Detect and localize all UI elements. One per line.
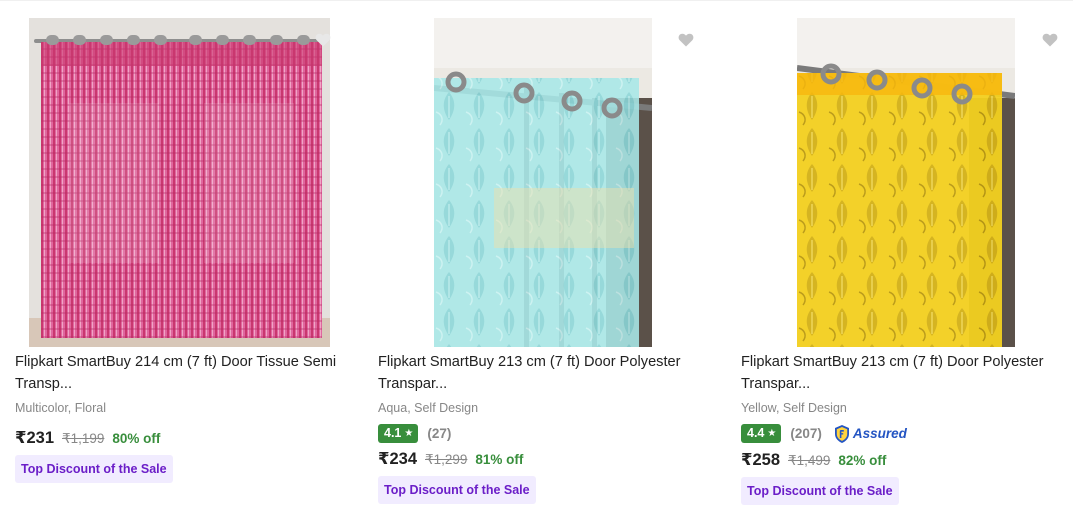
flipkart-assured-icon xyxy=(834,424,849,443)
product-card[interactable]: Flipkart SmartBuy 213 cm (7 ft) Door Pol… xyxy=(363,0,713,523)
assured-badge: Assured xyxy=(832,424,907,444)
product-title[interactable]: Flipkart SmartBuy 213 cm (7 ft) Door Pol… xyxy=(378,351,718,395)
product-variant: Aqua, Self Design xyxy=(378,401,479,415)
discount-percent: 80% off xyxy=(112,431,161,446)
discount-percent: 82% off xyxy=(838,453,887,468)
review-count: (27) xyxy=(427,426,452,441)
product-card[interactable]: Flipkart SmartBuy 213 cm (7 ft) Door Pol… xyxy=(726,0,1073,523)
rating-row: 4.1 ★ (27) xyxy=(378,423,451,444)
product-title-line2[interactable]: Transp... xyxy=(15,373,355,395)
sale-tag: Top Discount of the Sale xyxy=(15,455,173,483)
discount-percent: 81% off xyxy=(475,452,524,467)
star-icon: ★ xyxy=(404,428,414,439)
product-title[interactable]: Flipkart SmartBuy 213 cm (7 ft) Door Pol… xyxy=(741,351,1073,395)
selling-price: ₹234 xyxy=(378,450,418,468)
sale-tag: Top Discount of the Sale xyxy=(741,477,899,505)
product-card[interactable]: Flipkart SmartBuy 214 cm (7 ft) Door Tis… xyxy=(0,0,350,523)
product-image[interactable] xyxy=(29,18,330,352)
product-title-line1[interactable]: Flipkart SmartBuy 213 cm (7 ft) Door Pol… xyxy=(378,351,718,373)
product-title-line1[interactable]: Flipkart SmartBuy 214 cm (7 ft) Door Tis… xyxy=(15,351,355,373)
price-row: ₹231 ₹1,199 80% off xyxy=(15,428,160,448)
original-price: ₹1,199 xyxy=(62,431,105,446)
price-row: ₹234 ₹1,299 81% off xyxy=(378,449,523,469)
original-price: ₹1,299 xyxy=(425,452,468,467)
rating-row: 4.4 ★ (207) Assured xyxy=(741,423,907,444)
assured-label: Assured xyxy=(852,426,907,441)
heart-icon[interactable] xyxy=(315,33,331,47)
review-count: (207) xyxy=(790,426,822,441)
rating-badge: 4.4 ★ xyxy=(741,424,782,443)
selling-price: ₹258 xyxy=(741,451,781,469)
product-title-line2[interactable]: Transpar... xyxy=(378,373,718,395)
product-variant: Multicolor, Floral xyxy=(15,401,106,415)
product-image[interactable] xyxy=(796,18,1016,352)
price-row: ₹258 ₹1,499 82% off xyxy=(741,450,886,470)
selling-price: ₹231 xyxy=(15,429,55,447)
heart-icon[interactable] xyxy=(678,33,694,47)
rating-badge: 4.1 ★ xyxy=(378,424,419,443)
rating-value: 4.1 xyxy=(384,426,402,440)
rating-value: 4.4 xyxy=(747,426,765,440)
product-title-line2[interactable]: Transpar... xyxy=(741,373,1073,395)
product-image[interactable] xyxy=(433,18,653,352)
product-title-line1[interactable]: Flipkart SmartBuy 213 cm (7 ft) Door Pol… xyxy=(741,351,1073,373)
product-variant: Yellow, Self Design xyxy=(741,401,847,415)
product-title[interactable]: Flipkart SmartBuy 214 cm (7 ft) Door Tis… xyxy=(15,351,355,395)
sale-tag: Top Discount of the Sale xyxy=(378,476,536,504)
heart-icon[interactable] xyxy=(1042,33,1058,47)
original-price: ₹1,499 xyxy=(788,453,831,468)
star-icon: ★ xyxy=(767,428,777,439)
